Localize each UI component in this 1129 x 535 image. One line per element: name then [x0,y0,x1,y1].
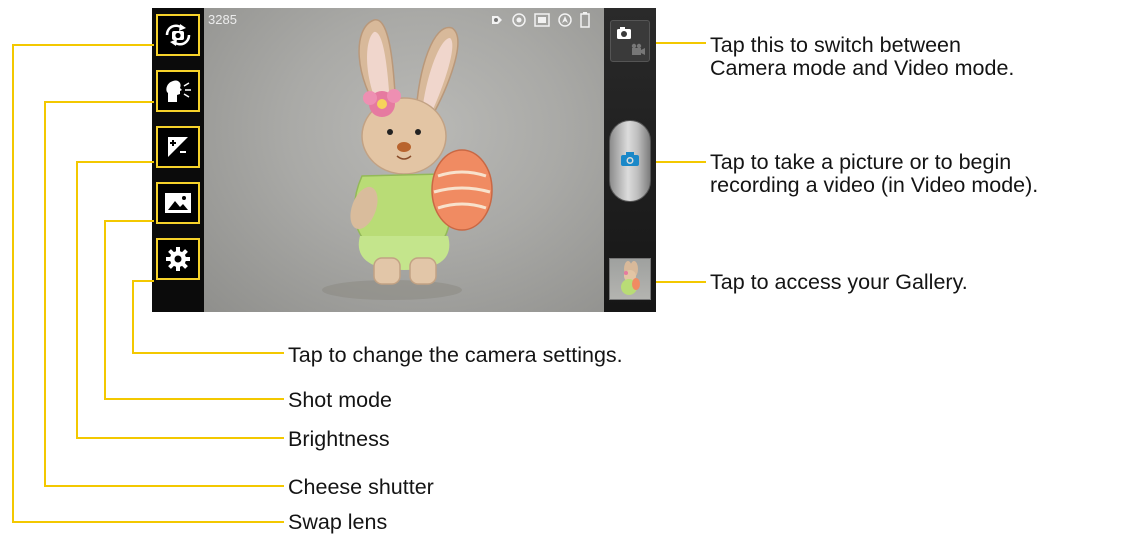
callout-line-shutter [656,161,706,163]
callout-mode-switch-line2: Camera mode and Video mode. [710,56,1015,80]
callout-settings: Tap to change the camera settings. [288,343,623,367]
callout-gallery: Tap to access your Gallery. [710,270,968,294]
callout-line-brightness-h1 [76,161,154,163]
settings-button[interactable] [156,238,200,280]
shot-mode-button[interactable] [156,182,200,224]
camera-screen: 3285 [152,8,656,312]
callout-swap-lens: Swap lens [288,510,388,534]
camera-icon [620,151,640,172]
callout-line-swap-lens-v [12,44,14,523]
callout-line-mode-switch [656,42,706,44]
callout-line-brightness-h2 [76,437,284,439]
callout-line-shot-mode-h2 [104,398,284,400]
swap-lens-button[interactable] [156,14,200,56]
callout-cheese-shutter: Cheese shutter [288,475,434,499]
swap-lens-icon [163,23,193,47]
brightness-button[interactable] [156,126,200,168]
callout-brightness: Brightness [288,427,390,451]
callout-shot-mode: Shot mode [288,388,392,412]
callout-line-cheese-shutter-h2 [44,485,284,487]
callout-mode-switch: Tap this to switch between Camera mode a… [710,34,1014,80]
right-toolbar [604,8,656,312]
camera-video-switch-icon [611,27,649,65]
cheese-shutter-icon [163,78,193,104]
brightness-icon [166,135,190,159]
callout-shutter-line1: Tap to take a picture or to begin [710,150,1012,174]
shutter-button[interactable] [609,120,651,202]
left-toolbar [152,8,204,312]
callout-line-brightness-v [76,161,78,439]
camera-video-mode-switch[interactable] [610,20,650,62]
camera-viewfinder[interactable]: 3285 [204,8,604,312]
callout-line-swap-lens-h1 [12,44,154,46]
callout-line-settings-h2 [132,352,284,354]
callout-line-settings-h1 [132,280,154,282]
gear-icon [165,246,191,272]
callout-line-settings-v [132,280,134,354]
callout-line-gallery [656,281,706,283]
callout-shutter: Tap to take a picture or to begin record… [710,151,1038,197]
gallery-thumbnail[interactable] [609,258,651,300]
callout-line-cheese-shutter-h1 [44,101,154,103]
callout-mode-switch-line1: Tap this to switch between [710,33,961,57]
cheese-shutter-button[interactable] [156,70,200,112]
shot-mode-icon [164,192,192,214]
callout-line-swap-lens-h2 [12,521,284,523]
callout-line-shot-mode-v [104,220,106,400]
callout-shutter-line2: recording a video (in Video mode). [710,173,1039,197]
callout-line-cheese-shutter-v [44,101,46,487]
callout-line-shot-mode-h1 [104,220,154,222]
gallery-thumbnail-image [610,261,650,299]
